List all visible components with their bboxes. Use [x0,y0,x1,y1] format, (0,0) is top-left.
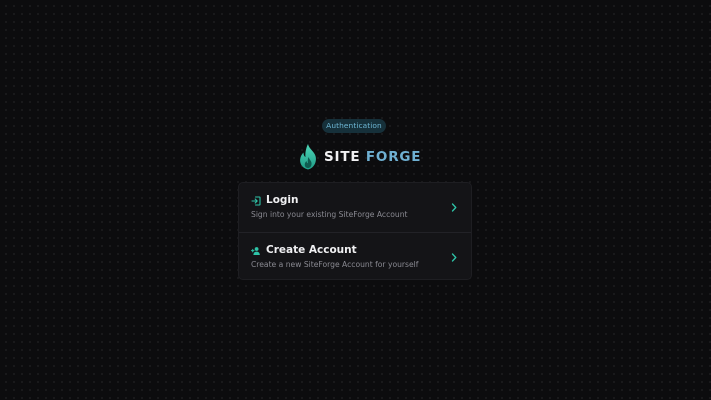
auth-options-card: Login Sign into your existing SiteForge … [238,182,472,280]
login-description: Sign into your existing SiteForge Accoun… [251,210,408,219]
login-option[interactable]: Login Sign into your existing SiteForge … [239,183,471,232]
login-title: Login [266,194,299,206]
chevron-right-icon [451,253,457,262]
site-forge-logo: SITE FORGE [297,142,421,172]
logo-word-site: SITE [324,149,361,165]
logo-text: SITE FORGE [324,149,421,165]
logo-word-forge: FORGE [365,149,422,165]
create-account-title: Create Account [266,244,357,256]
auth-badge: Authentication [322,119,386,133]
chevron-right-icon [451,203,457,212]
create-account-option[interactable]: Create Account Create a new SiteForge Ac… [239,232,471,279]
flame-icon [300,144,316,170]
add-user-icon [251,247,260,255]
login-icon [251,196,261,206]
create-account-description: Create a new SiteForge Account for yours… [251,260,419,269]
